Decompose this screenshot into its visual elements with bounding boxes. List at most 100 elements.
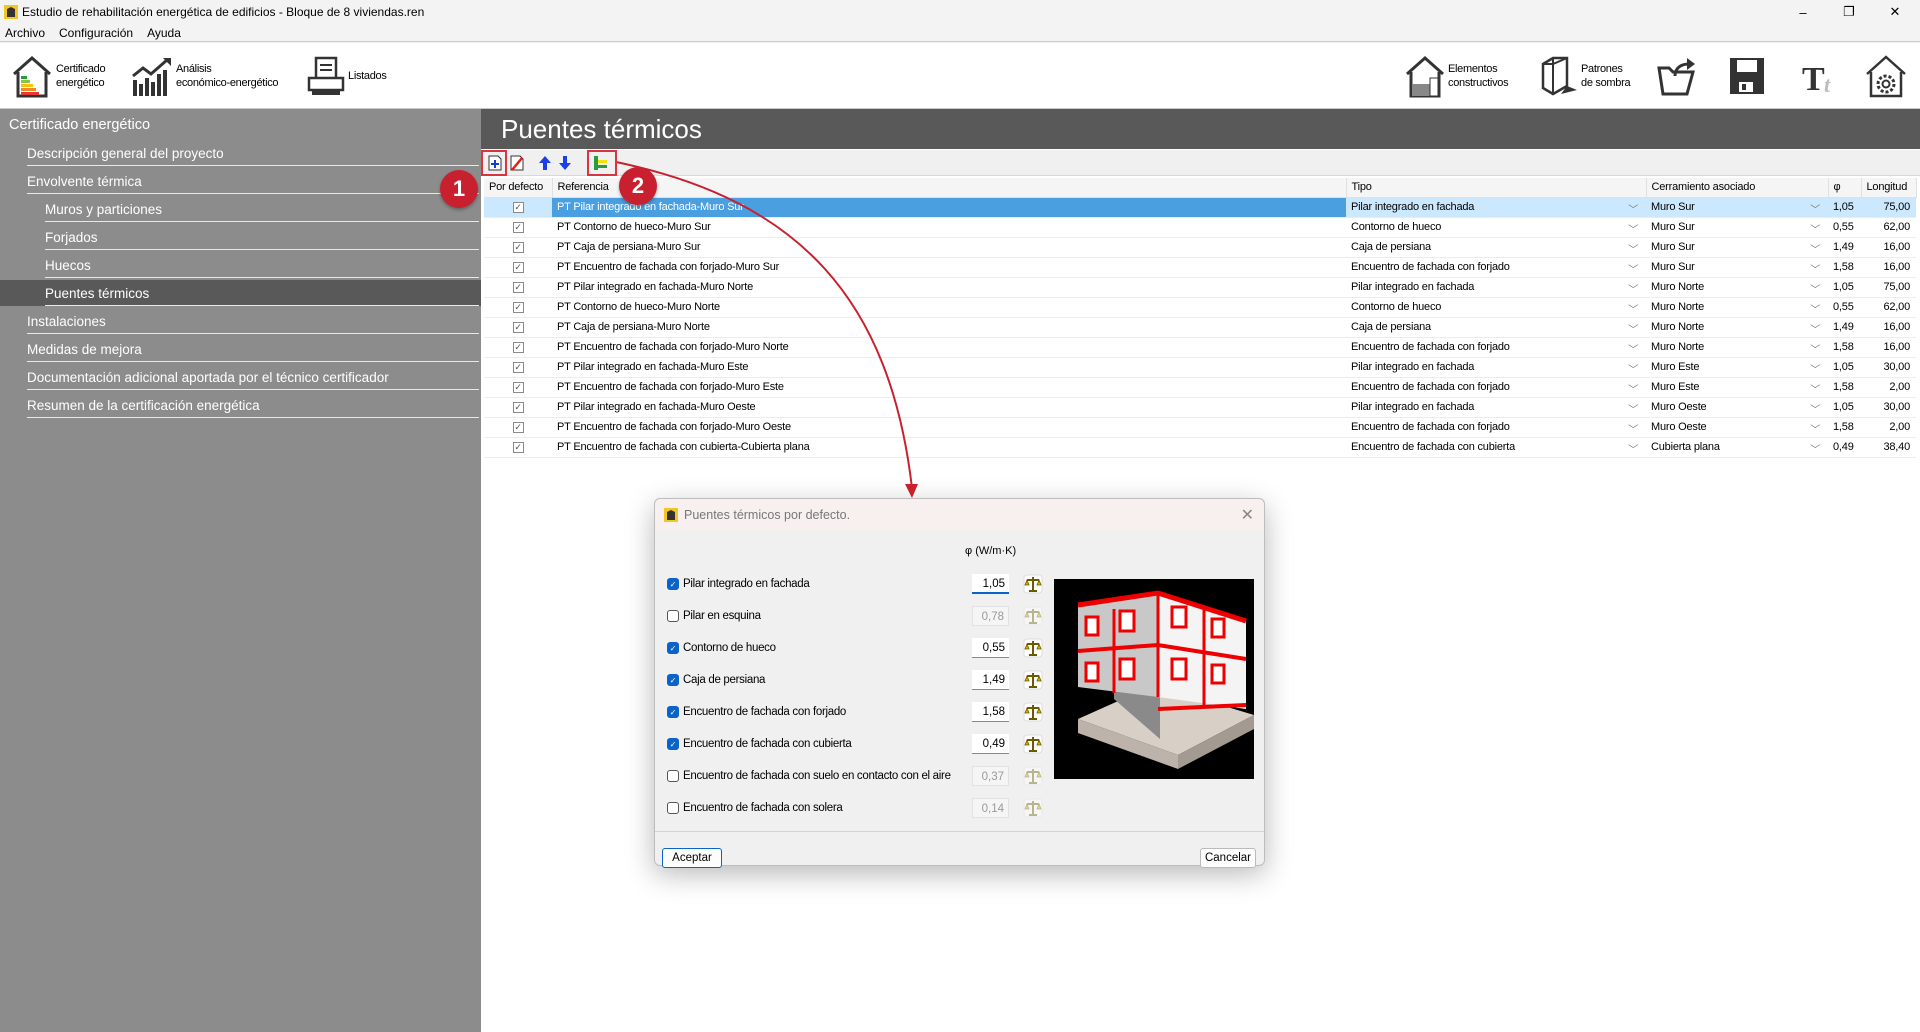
tipo-dropdown[interactable]: Caja de persiana ﹀	[1346, 317, 1646, 338]
sidebar-item[interactable]: Huecos	[0, 252, 481, 278]
phi-input[interactable]: 1,58	[972, 702, 1009, 722]
item-checkbox[interactable]	[667, 770, 679, 782]
cerramiento-dropdown[interactable]: Muro Sur ﹀	[1646, 257, 1828, 278]
open-button[interactable]	[1655, 51, 1699, 101]
table-row[interactable]: ✓ PT Pilar integrado en fachada-Muro Est…	[484, 357, 1916, 378]
reference-cell[interactable]: PT Pilar integrado en fachada-Muro Norte	[552, 277, 1346, 298]
table-row[interactable]: ✓ PT Encuentro de fachada con forjado-Mu…	[484, 377, 1916, 398]
cerramiento-dropdown[interactable]: Muro Oeste ﹀	[1646, 397, 1828, 418]
length-cell[interactable]: 16,00	[1861, 257, 1916, 278]
item-checkbox[interactable]: ✓	[667, 578, 679, 590]
certificado-energetico-button[interactable]: Certificado energético	[10, 51, 106, 101]
sidebar-item[interactable]: Descripción general del proyecto	[0, 140, 481, 166]
length-cell[interactable]: 16,00	[1861, 237, 1916, 258]
minimize-button[interactable]: –	[1780, 0, 1826, 24]
menu-archivo[interactable]: Archivo	[5, 26, 45, 40]
default-checkbox[interactable]: ✓	[512, 202, 524, 213]
reference-cell[interactable]: PT Encuentro de fachada con forjado-Muro…	[552, 257, 1346, 278]
length-cell[interactable]: 16,00	[1861, 337, 1916, 358]
length-cell[interactable]: 16,00	[1861, 317, 1916, 338]
length-cell[interactable]: 62,00	[1861, 217, 1916, 238]
default-checkbox[interactable]: ✓	[512, 382, 524, 393]
tipo-dropdown[interactable]: Encuentro de fachada con forjado ﹀	[1346, 417, 1646, 438]
menu-ayuda[interactable]: Ayuda	[147, 26, 181, 40]
table-row[interactable]: ✓ PT Pilar integrado en fachada-Muro Oes…	[484, 397, 1916, 418]
reference-cell[interactable]: PT Pilar integrado en fachada-Muro Este	[552, 357, 1346, 378]
table-row[interactable]: ✓ PT Encuentro de fachada con forjado-Mu…	[484, 417, 1916, 438]
reference-cell[interactable]: PT Encuentro de fachada con forjado-Muro…	[552, 337, 1346, 358]
sidebar-item[interactable]: Forjados	[0, 224, 481, 250]
table-row[interactable]: ✓ PT Contorno de hueco-Muro Sur Contorno…	[484, 217, 1916, 238]
item-checkbox[interactable]: ✓	[667, 674, 679, 686]
analisis-button[interactable]: Análisis económico-energético	[130, 51, 279, 101]
reference-cell[interactable]: PT Caja de persiana-Muro Sur	[552, 237, 1346, 258]
length-cell[interactable]: 30,00	[1861, 357, 1916, 378]
reference-cell[interactable]: PT Encuentro de fachada con cubierta-Cub…	[552, 437, 1346, 458]
reference-cell[interactable]: PT Encuentro de fachada con forjado-Muro…	[552, 417, 1346, 438]
tipo-dropdown[interactable]: Encuentro de fachada con forjado ﹀	[1346, 377, 1646, 398]
text-style-button[interactable]: Tt	[1800, 51, 1840, 101]
reference-cell[interactable]: PT Encuentro de fachada con forjado-Muro…	[552, 377, 1346, 398]
cerramiento-dropdown[interactable]: Muro Este ﹀	[1646, 357, 1828, 378]
cerramiento-dropdown[interactable]: Muro Sur ﹀	[1646, 217, 1828, 238]
tipo-dropdown[interactable]: Pilar integrado en fachada ﹀	[1346, 197, 1646, 218]
patrones-sombra-button[interactable]: Patrones de sombra	[1539, 51, 1631, 101]
default-checkbox[interactable]: ✓	[512, 402, 524, 413]
scale-icon[interactable]	[1023, 702, 1043, 722]
item-checkbox[interactable]: ✓	[667, 706, 679, 718]
sidebar-item[interactable]: Resumen de la certificación energética	[0, 392, 481, 418]
phi-input[interactable]: 0,49	[972, 734, 1009, 754]
menu-configuracion[interactable]: Configuración	[59, 26, 133, 40]
col-cerramiento[interactable]: Cerramiento asociado	[1646, 178, 1829, 198]
scale-icon[interactable]	[1023, 734, 1043, 754]
phi-input[interactable]: 0,37	[972, 766, 1009, 786]
sidebar-item[interactable]: Puentes térmicos	[0, 280, 481, 306]
table-row[interactable]: ✓ PT Pilar integrado en fachada-Muro Nor…	[484, 277, 1916, 298]
close-button[interactable]: ✕	[1872, 0, 1918, 24]
table-row[interactable]: ✓ PT Caja de persiana-Muro Sur Caja de p…	[484, 237, 1916, 258]
default-checkbox[interactable]: ✓	[512, 322, 524, 333]
table-row[interactable]: ✓ PT Caja de persiana-Muro Norte Caja de…	[484, 317, 1916, 338]
tipo-dropdown[interactable]: Encuentro de fachada con cubierta ﹀	[1346, 437, 1646, 458]
phi-input[interactable]: 1,49	[972, 670, 1009, 690]
length-cell[interactable]: 75,00	[1861, 197, 1916, 218]
cerramiento-dropdown[interactable]: Muro Este ﹀	[1646, 377, 1828, 398]
default-checkbox[interactable]: ✓	[512, 282, 524, 293]
sidebar-header[interactable]: Certificado energético	[0, 112, 481, 138]
length-cell[interactable]: 2,00	[1861, 417, 1916, 438]
sidebar-item[interactable]: Muros y particiones	[0, 196, 481, 222]
cerramiento-dropdown[interactable]: Cubierta plana ﹀	[1646, 437, 1828, 458]
default-checkbox[interactable]: ✓	[512, 262, 524, 273]
col-referencia[interactable]: Referencia	[552, 178, 1347, 198]
table-row[interactable]: ✓ PT Encuentro de fachada con forjado-Mu…	[484, 337, 1916, 358]
length-cell[interactable]: 62,00	[1861, 297, 1916, 318]
table-row[interactable]: ✓ PT Pilar integrado en fachada-Muro Sur…	[484, 197, 1916, 218]
tipo-dropdown[interactable]: Contorno de hueco ﹀	[1346, 217, 1646, 238]
reference-cell[interactable]: PT Caja de persiana-Muro Norte	[552, 317, 1346, 338]
length-cell[interactable]: 75,00	[1861, 277, 1916, 298]
scale-icon[interactable]	[1023, 766, 1043, 786]
sidebar-item[interactable]: Envolvente térmica	[0, 168, 481, 194]
scale-icon[interactable]	[1023, 574, 1043, 594]
item-checkbox[interactable]: ✓	[667, 738, 679, 750]
col-por-defecto[interactable]: Por defecto	[484, 178, 553, 198]
reference-cell[interactable]: PT Pilar integrado en fachada-Muro Oeste	[552, 397, 1346, 418]
cerramiento-dropdown[interactable]: Muro Sur ﹀	[1646, 237, 1828, 258]
reference-cell[interactable]: PT Contorno de hueco-Muro Sur	[552, 217, 1346, 238]
tipo-dropdown[interactable]: Pilar integrado en fachada ﹀	[1346, 277, 1646, 298]
save-button[interactable]	[1727, 51, 1767, 101]
cerramiento-dropdown[interactable]: Muro Oeste ﹀	[1646, 417, 1828, 438]
tipo-dropdown[interactable]: Pilar integrado en fachada ﹀	[1346, 397, 1646, 418]
cerramiento-dropdown[interactable]: Muro Norte ﹀	[1646, 317, 1828, 338]
default-checkbox[interactable]: ✓	[512, 342, 524, 353]
sidebar-item[interactable]: Medidas de mejora	[0, 336, 481, 362]
item-checkbox[interactable]	[667, 802, 679, 814]
tipo-dropdown[interactable]: Encuentro de fachada con forjado ﹀	[1346, 257, 1646, 278]
default-checkbox[interactable]: ✓	[512, 422, 524, 433]
move-down-button[interactable]	[555, 154, 575, 172]
table-row[interactable]: ✓ PT Encuentro de fachada con forjado-Mu…	[484, 257, 1916, 278]
cerramiento-dropdown[interactable]: Muro Norte ﹀	[1646, 277, 1828, 298]
scale-icon[interactable]	[1023, 638, 1043, 658]
item-checkbox[interactable]: ✓	[667, 642, 679, 654]
item-checkbox[interactable]	[667, 610, 679, 622]
